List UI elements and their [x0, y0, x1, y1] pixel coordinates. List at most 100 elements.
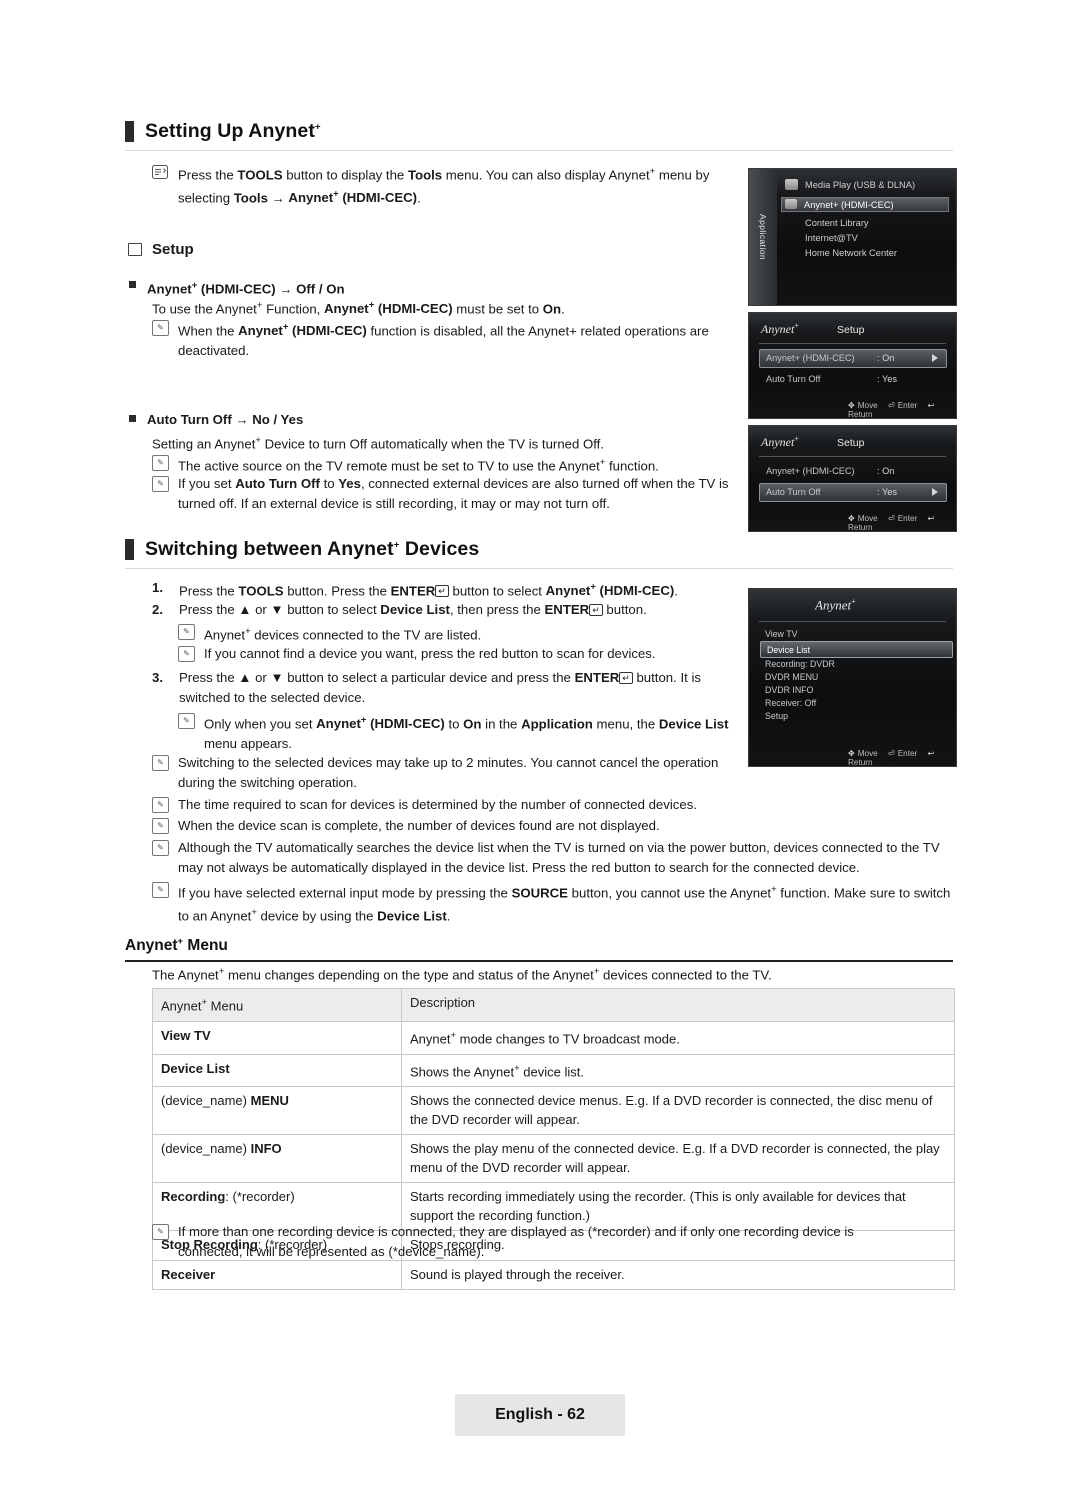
device-list-item-view-tv[interactable]: View TV: [765, 629, 797, 639]
note-icon-4: ✎: [178, 624, 195, 640]
hdmi-cec-note: ✎ When the Anynet+ (HDMI-CEC) function i…: [152, 318, 732, 360]
note-text: When the Anynet+ (HDMI-CEC) function is …: [178, 322, 709, 358]
osd-row-label-auto-turn-off[interactable]: Auto Turn Off: [766, 374, 820, 384]
step-1: 1. Press the TOOLS button. Press the ENT…: [152, 578, 732, 601]
tools-icon: [152, 165, 168, 179]
note-text-10: Although the TV automatically searches t…: [178, 840, 940, 875]
section-heading-switching: Switching between Anynet+ Devices: [125, 538, 479, 561]
app-item-media-play[interactable]: Media Play (USB & DLNA): [805, 180, 915, 190]
anynet-logo: Anynet+: [761, 321, 799, 337]
heading-text: Setting Up Anynet+: [145, 120, 321, 142]
step-3: 3. Press the ▲ or ▼ button to select a p…: [152, 668, 732, 707]
note-icon-3: ✎: [152, 476, 169, 492]
setup-label-row: Setup: [128, 240, 428, 260]
enter-icon-2: ⏎: [888, 514, 895, 523]
anynet-menu-intro: The Anynet+ menu changes depending on th…: [152, 966, 772, 983]
app-item-anynet[interactable]: Anynet+ (HDMI-CEC): [781, 197, 949, 212]
osd-row-value-hdmi-cec: : On: [877, 353, 895, 363]
note-icon-10: ✎: [152, 840, 169, 856]
device-list-item-device-list[interactable]: Device List: [760, 641, 953, 658]
osd-content-2: Anynet+ Setup Anynet+ (HDMI-CEC) : On Au…: [749, 313, 956, 418]
switch-note-1: ✎ The time required to scan for devices …: [152, 795, 952, 815]
table-cell-menu: (device_name) INFO: [152, 1134, 402, 1184]
device-list-item-dvdr-menu[interactable]: DVDR MENU: [765, 672, 818, 682]
step-2-text: Press the ▲ or ▼ button to select Device…: [179, 602, 647, 617]
return-icon-3: ↩: [927, 749, 935, 758]
osd-footer-enter-3: Enter: [897, 749, 918, 758]
step-number-1: 1.: [152, 580, 163, 595]
note-text-2: The active source on the TV remote must …: [178, 457, 659, 474]
osd-divider-2: [759, 456, 946, 457]
note-text-5: If you cannot find a device you want, pr…: [204, 646, 656, 661]
device-list-item-recording[interactable]: Recording: DVDR: [765, 659, 835, 669]
hdmi-cec-text: To use the Anynet+ Function, Anynet+ (HD…: [152, 300, 565, 317]
note-icon-7: ✎: [152, 755, 169, 771]
osd-footer-move: Move: [857, 401, 878, 410]
osd-footer-hints: ✥ Move ⏎ Enter ↩ Return: [845, 401, 956, 418]
tools-note: Press the TOOLS button to display the To…: [152, 162, 732, 208]
note-icon-9: ✎: [152, 818, 169, 834]
app-item-content-library[interactable]: Content Library: [805, 218, 869, 228]
heading-accent-bar-2: [125, 539, 134, 560]
step-3-text: Press the ▲ or ▼ button to select a part…: [179, 670, 701, 705]
device-list-item-receiver[interactable]: Receiver: Off: [765, 698, 816, 708]
osd-footer-move-3: Move: [857, 749, 878, 758]
osd-content-3: Anynet+ Setup Anynet+ (HDMI-CEC) : On Au…: [749, 426, 956, 531]
table-row: (device_name) INFO Shows the play menu o…: [152, 1134, 955, 1184]
note-icon-2: ✎: [152, 455, 169, 471]
note-icon-6: ✎: [178, 713, 195, 729]
move-icon-3: ✥: [848, 749, 855, 758]
heading-rule: [125, 150, 953, 151]
osd-row-label-auto-turn-off-2: Auto Turn Off: [766, 487, 821, 497]
note-text-8: The time required to scan for devices is…: [178, 797, 697, 812]
return-icon-2: ↩: [927, 514, 935, 523]
anynet-logo-2: Anynet+: [761, 434, 799, 450]
device-list-item-setup[interactable]: Setup: [765, 711, 788, 721]
device-list-item-dvdr-info[interactable]: DVDR INFO: [765, 685, 813, 695]
app-item-home-network[interactable]: Home Network Center: [805, 248, 897, 258]
anynet-logo-plus-2: +: [794, 434, 799, 443]
table-row: Receiver Sound is played through the rec…: [152, 1259, 955, 1291]
table-cell-description: Shows the connected device menus. E.g. I…: [401, 1086, 955, 1136]
setup-label: Setup: [152, 241, 194, 258]
return-icon: ↩: [927, 401, 935, 410]
note-text-3: If you set Auto Turn Off to Yes, connect…: [178, 476, 729, 511]
note-icon-12: ✎: [152, 1224, 169, 1240]
osd-row-value-auto-turn-off: : Yes: [877, 374, 897, 384]
osd-footer-hints-3: ✥ Move ⏎ Enter ↩ Return: [845, 749, 956, 766]
table-cell-menu: Receiver: [152, 1259, 402, 1291]
table-cell-description: Shows the Anynet+ device list.: [401, 1053, 955, 1088]
osd-row-label-hdmi-cec-2[interactable]: Anynet+ (HDMI-CEC): [766, 466, 855, 476]
section-heading-setting-up: Setting Up Anynet+: [125, 120, 321, 143]
switch-note-2: ✎ When the device scan is complete, the …: [152, 816, 952, 836]
app-item-anynet-label: Anynet+ (HDMI-CEC): [804, 200, 894, 210]
step-1-text: Press the TOOLS button. Press the ENTER ↵…: [179, 582, 678, 599]
table-row: View TV Anynet+ mode changes to TV broad…: [152, 1020, 955, 1055]
osd-footer-enter-2: Enter: [897, 514, 918, 523]
section-heading-anynet-menu: Anynet+ Menu: [125, 936, 228, 955]
note-icon-8: ✎: [152, 797, 169, 813]
move-icon-2: ✥: [848, 514, 855, 523]
step-2-note-2: ✎ If you cannot find a device you want, …: [178, 644, 738, 664]
enter-icon-3: ⏎: [888, 749, 895, 758]
app-item-internet-tv[interactable]: Internet@TV: [805, 233, 858, 243]
move-icon: ✥: [848, 401, 855, 410]
anynet-logo-text: Anynet: [761, 322, 795, 336]
heading-text-2: Switching between Anynet+ Devices: [145, 538, 480, 560]
osd-row-value-hdmi-cec-2: : On: [877, 466, 895, 476]
table-header-cell-menu: Anynet+ Menu: [152, 988, 402, 1022]
note-text-11: If you have selected external input mode…: [178, 884, 951, 924]
osd-content-4: Anynet+ View TV Device List Recording: D…: [749, 589, 956, 766]
osd-setup-screen-2: Anynet+ Setup Anynet+ (HDMI-CEC) : On Au…: [748, 425, 957, 532]
tools-note-text: Press the TOOLS button to display the To…: [178, 166, 710, 206]
device-list-selected-label: Device List: [767, 644, 811, 655]
auto-turn-off-label: Auto Turn Off → No / Yes: [147, 412, 304, 427]
note-icon: ✎: [152, 320, 169, 336]
table-cell-menu: View TV: [152, 1020, 402, 1055]
osd-footer-hints-2: ✥ Move ⏎ Enter ↩ Return: [845, 514, 956, 532]
osd-footer-return-2: Return: [848, 523, 873, 532]
media-play-icon: [785, 179, 798, 190]
table-cell-menu: Device List: [152, 1053, 402, 1088]
switch-note-0: ✎ Switching to the selected devices may …: [152, 753, 742, 792]
osd-setup-screen-1: Anynet+ Setup Anynet+ (HDMI-CEC) : On Au…: [748, 312, 957, 419]
